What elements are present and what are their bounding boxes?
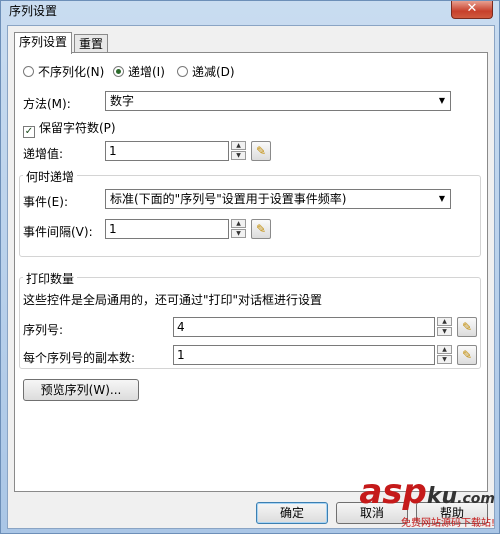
dialog-client: 序列设置 重置 不序列化(N) 递增(I) 递减(D) 方法(M): 数字 ▼ <box>7 25 495 529</box>
increment-picker-button[interactable]: ✎ <box>251 141 271 161</box>
increment-input[interactable]: 1 <box>105 141 229 161</box>
spin-down-icon[interactable]: ▼ <box>437 355 452 364</box>
increment-spinner[interactable]: ▲ ▼ <box>231 141 246 161</box>
print-group-title: 打印数量 <box>23 270 78 287</box>
close-button[interactable]: ✕ <box>451 1 493 19</box>
radio-no-serialize[interactable]: 不序列化(N) <box>23 63 104 80</box>
chevron-down-icon: ▼ <box>438 194 446 203</box>
event-label: 事件(E): <box>23 195 68 209</box>
chevron-down-icon: ▼ <box>438 96 446 105</box>
copies-label: 每个序列号的副本数: <box>23 351 136 365</box>
method-select-value: 数字 <box>110 94 135 108</box>
interval-label: 事件间隔(V): <box>23 225 93 239</box>
when-group <box>19 175 481 257</box>
spin-up-icon[interactable]: ▲ <box>231 219 246 228</box>
radio-icon <box>177 66 188 77</box>
close-icon: ✕ <box>466 1 478 16</box>
spin-up-icon[interactable]: ▲ <box>437 317 452 326</box>
tab-reset[interactable]: 重置 <box>74 34 109 54</box>
tab-label: 序列设置 <box>19 35 68 49</box>
title-bar: 序列设置 ✕ <box>1 1 499 23</box>
tab-label: 重置 <box>79 37 104 51</box>
picker-icon: ✎ <box>461 348 473 362</box>
copies-picker-button[interactable]: ✎ <box>457 345 477 365</box>
method-label: 方法(M): <box>23 97 71 111</box>
checkbox-label: 保留字符数(P) <box>39 121 116 135</box>
ok-button[interactable]: 确定 <box>256 502 328 524</box>
picker-icon: ✎ <box>255 222 267 236</box>
preview-serial-button[interactable]: 预览序列(W)... <box>23 379 139 401</box>
copies-input[interactable]: 1 <box>173 345 435 365</box>
serial-spinner[interactable]: ▲ ▼ <box>437 317 452 337</box>
watermark-tagline: 免费网站源码下载站! <box>400 518 495 529</box>
keep-chars-checkbox[interactable]: ✓ 保留字符数(P) <box>23 119 116 138</box>
print-group-description: 这些控件是全局通用的，还可通过"打印"对话框进行设置 <box>23 293 323 307</box>
picker-icon: ✎ <box>461 320 473 334</box>
picker-icon: ✎ <box>255 144 267 158</box>
tab-panel: 不序列化(N) 递增(I) 递减(D) 方法(M): 数字 ▼ ✓ 保留字符数(P… <box>14 52 488 492</box>
method-select[interactable]: 数字 ▼ <box>105 91 451 111</box>
spin-down-icon[interactable]: ▼ <box>231 229 246 238</box>
radio-label: 不序列化(N) <box>38 65 105 79</box>
radio-decrement[interactable]: 递减(D) <box>177 63 235 80</box>
serial-label: 序列号: <box>23 323 64 337</box>
watermark-logo-tld: .com <box>457 491 495 507</box>
radio-label: 递增(I) <box>128 65 165 79</box>
watermark-logo-text: asp <box>359 472 427 512</box>
window-title: 序列设置 <box>9 4 58 18</box>
checkbox-checked-icon: ✓ <box>23 126 35 138</box>
interval-spinner[interactable]: ▲ ▼ <box>231 219 246 239</box>
watermark-logo-suffix: ku <box>426 484 458 509</box>
spin-up-icon[interactable]: ▲ <box>231 141 246 150</box>
event-select[interactable]: 标准(下面的"序列号"设置用于设置事件频率) ▼ <box>105 189 451 209</box>
dialog-window: 序列设置 ✕ 序列设置 重置 不序列化(N) 递增(I) 递减(D) 方法(M)… <box>0 0 500 534</box>
interval-input[interactable]: 1 <box>105 219 229 239</box>
radio-label: 递减(D) <box>192 65 235 79</box>
serial-picker-button[interactable]: ✎ <box>457 317 477 337</box>
interval-picker-button[interactable]: ✎ <box>251 219 271 239</box>
copies-spinner[interactable]: ▲ ▼ <box>437 345 452 365</box>
radio-increment[interactable]: 递增(I) <box>113 63 165 80</box>
spin-up-icon[interactable]: ▲ <box>437 345 452 354</box>
increment-label: 递增值: <box>23 147 64 161</box>
watermark-logo: aspku.com 免费网站源码下载站! <box>359 475 495 529</box>
when-group-title: 何时递增 <box>23 168 78 185</box>
spin-down-icon[interactable]: ▼ <box>231 151 246 160</box>
event-select-value: 标准(下面的"序列号"设置用于设置事件频率) <box>110 192 347 206</box>
serial-input[interactable]: 4 <box>173 317 435 337</box>
tab-serial-settings[interactable]: 序列设置 <box>14 32 73 54</box>
spin-down-icon[interactable]: ▼ <box>437 327 452 336</box>
radio-selected-icon <box>113 66 124 77</box>
radio-icon <box>23 66 34 77</box>
